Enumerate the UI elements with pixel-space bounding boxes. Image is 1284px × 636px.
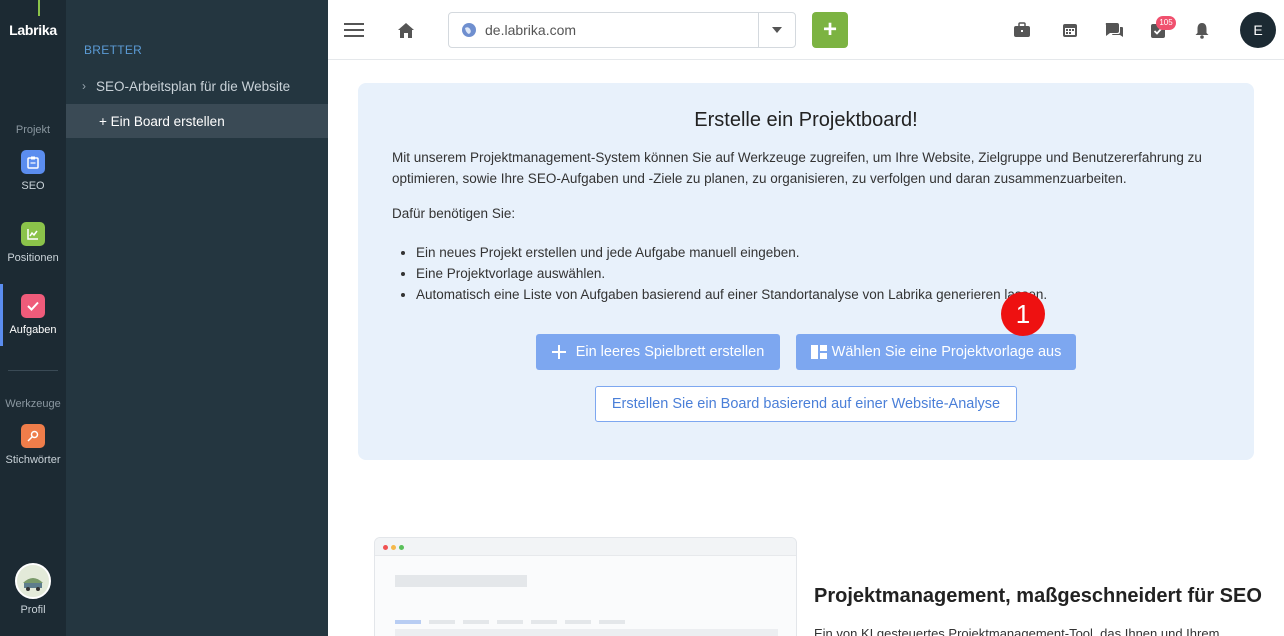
window-dot-icon: [391, 545, 396, 550]
step-marker: 1: [1001, 292, 1045, 336]
notifications-button[interactable]: [1188, 16, 1216, 44]
calendar-button[interactable]: [1056, 16, 1084, 44]
preview-placeholder: [395, 620, 421, 624]
board-from-analysis-button[interactable]: Erstellen Sie ein Board basierend auf ei…: [595, 386, 1017, 422]
chevron-right-icon: ›: [82, 79, 86, 93]
preview-placeholder: [599, 620, 625, 624]
bell-icon: [1195, 22, 1209, 39]
sidebar-item-label: SEO-Arbeitsplan für die Website: [96, 78, 291, 94]
rail-item-aufgaben[interactable]: Aufgaben: [0, 294, 66, 336]
logo-accent: [38, 0, 40, 16]
rail-item-positionen[interactable]: Positionen: [0, 222, 66, 264]
requirements-label: Dafür benötigen Sie:: [392, 206, 516, 221]
card-description: Mit unserem Projektmanagement-System kön…: [392, 150, 1202, 186]
rail-divider: [8, 370, 58, 371]
button-label: Wählen Sie eine Projektvorlage aus: [831, 344, 1062, 360]
button-label: Ein leeres Spielbrett erstellen: [575, 344, 765, 360]
list-item: Automatisch eine Liste von Aufgaben basi…: [416, 284, 1216, 305]
preview-placeholder: [565, 620, 591, 624]
user-avatar[interactable]: E: [1240, 12, 1276, 48]
list-item: Ein neues Projekt erstellen und jede Auf…: [416, 242, 1216, 263]
key-icon: [21, 424, 45, 448]
rail-item-label: SEO: [21, 180, 45, 192]
projekt-section-label: Projekt: [15, 124, 51, 136]
choose-template-button[interactable]: Wählen Sie eine Projektvorlage aus: [796, 334, 1076, 370]
profile-label[interactable]: Profil: [0, 604, 66, 616]
rail-item-label: Stichwörter: [5, 454, 61, 466]
create-board-card: Erstelle ein Projektboard! Mit unserem P…: [358, 83, 1254, 460]
plus-icon: [551, 345, 566, 359]
chat-button[interactable]: [1100, 16, 1128, 44]
preview-screenshot: [374, 537, 797, 636]
sidebar-title: BRETTER: [84, 43, 143, 57]
rail-item-stichwoerter[interactable]: Stichwörter: [0, 424, 66, 466]
preview-window-bar: [375, 538, 796, 556]
menu-button[interactable]: [340, 16, 368, 44]
section-text: Ein von KI gesteuertes Projektmanagement…: [814, 626, 1220, 636]
notification-badge: 105: [1156, 16, 1176, 30]
preview-placeholder: [531, 620, 557, 624]
preview-placeholder: [429, 620, 455, 624]
options-list: Ein neues Projekt erstellen und jede Auf…: [416, 242, 1216, 305]
globe-icon: [462, 23, 476, 37]
briefcase-button[interactable]: [1008, 16, 1036, 44]
section-title: Projektmanagement, maßgeschneidert für S…: [814, 585, 1262, 607]
template-icon: [810, 345, 827, 359]
site-selector[interactable]: de.labrika.com: [448, 12, 796, 48]
card-title: Erstelle ein Projektboard!: [694, 109, 918, 131]
preview-placeholder: [463, 620, 489, 624]
chevron-down-icon[interactable]: [759, 27, 795, 33]
home-button[interactable]: [392, 16, 420, 44]
preview-placeholder: [395, 629, 778, 636]
site-url: de.labrika.com: [485, 22, 577, 38]
list-item: Eine Projektvorlage auswählen.: [416, 263, 1216, 284]
boards-sidebar: BRETTER › SEO-Arbeitsplan für die Websit…: [66, 0, 328, 636]
preview-placeholder: [395, 575, 527, 587]
button-label: Erstellen Sie ein Board basierend auf ei…: [611, 396, 1001, 412]
calendar-icon: [1063, 24, 1077, 37]
app-logo[interactable]: Labrika: [0, 22, 66, 38]
add-button[interactable]: +: [812, 12, 848, 48]
window-dot-icon: [383, 545, 388, 550]
chart-icon: [21, 222, 45, 246]
rail-item-label: Aufgaben: [9, 324, 57, 336]
clipboard-icon: [21, 150, 45, 174]
werkzeuge-section-label: Werkzeuge: [5, 398, 61, 410]
rail-item-seo[interactable]: SEO: [0, 150, 66, 192]
check-icon: [21, 294, 45, 318]
left-rail: Labrika Projekt SEO Positionen Aufgaben …: [0, 0, 66, 636]
profile-avatar[interactable]: [15, 563, 51, 599]
preview-placeholder: [497, 620, 523, 624]
briefcase-icon: [1014, 22, 1030, 37]
home-icon: [398, 22, 414, 38]
rail-item-label: Positionen: [7, 252, 59, 264]
menu-icon: [344, 23, 364, 37]
window-dot-icon: [399, 545, 404, 550]
sidebar-item-label: + Ein Board erstellen: [99, 113, 225, 129]
chat-icon: [1105, 23, 1123, 37]
top-bar: de.labrika.com + 105 E: [328, 0, 1284, 60]
create-empty-board-button[interactable]: Ein leeres Spielbrett erstellen: [536, 334, 780, 370]
sidebar-item-create-board[interactable]: + Ein Board erstellen: [66, 104, 328, 138]
sidebar-item-seo-plan[interactable]: › SEO-Arbeitsplan für die Website: [66, 69, 328, 103]
